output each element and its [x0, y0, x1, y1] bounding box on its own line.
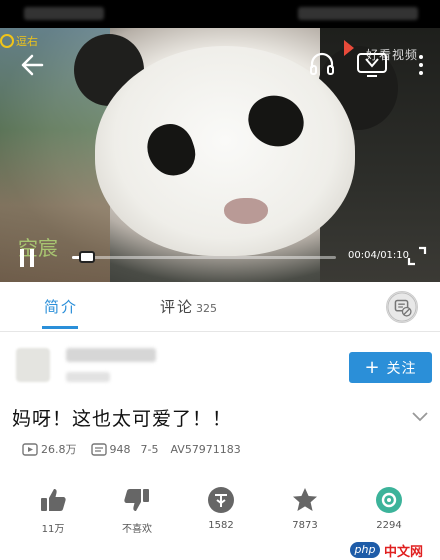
- channel-logo-icon: [0, 34, 14, 48]
- brand-logo-icon: [344, 40, 354, 56]
- follow-label: 关注: [386, 360, 417, 377]
- tab-intro-label: 简介: [44, 298, 79, 316]
- share-button[interactable]: 2294: [354, 482, 424, 542]
- share-icon: [376, 487, 402, 513]
- video-title: 妈呀！这也太可爱了！！: [12, 408, 233, 430]
- coin-icon: [208, 487, 234, 513]
- favorite-count: 7873: [292, 520, 318, 531]
- action-bar: 11万 不喜欢 1582 7873 2294: [0, 482, 440, 542]
- comment-count: 325: [196, 302, 218, 315]
- star-icon: [293, 488, 317, 511]
- panda-nose: [224, 198, 268, 224]
- coin-count: 1582: [208, 520, 234, 531]
- channel-logo-text: 逗右: [16, 35, 38, 48]
- share-count: 2294: [376, 520, 402, 531]
- play-count: 26.8万: [41, 443, 77, 456]
- video-stats-row: 26.8万 948 7-5 AV57971183: [22, 441, 241, 457]
- danmaku-count: 948: [109, 442, 131, 456]
- play-count-icon: [22, 442, 38, 456]
- chevron-down-icon[interactable]: [410, 410, 430, 424]
- seek-bar[interactable]: [72, 251, 336, 263]
- tab-comments[interactable]: 评论 325: [160, 296, 217, 317]
- fullscreen-icon[interactable]: [407, 246, 427, 266]
- tab-intro[interactable]: 简介: [44, 296, 78, 317]
- status-bar-left: [24, 7, 104, 20]
- thumbs-down-icon: [124, 489, 149, 511]
- plus-icon: +: [364, 356, 381, 378]
- like-button[interactable]: 11万: [18, 482, 88, 542]
- uploader-name-blurred[interactable]: [66, 348, 156, 362]
- pause-icon[interactable]: [18, 248, 36, 268]
- follow-button[interactable]: + 关注: [349, 352, 432, 383]
- uploader-subtitle-blurred: [66, 372, 110, 382]
- danmaku-count-icon: [90, 442, 107, 456]
- tv-cast-icon[interactable]: [356, 50, 388, 78]
- tab-bar: 简介 评论 325: [0, 282, 440, 332]
- av-number: AV57971183: [170, 442, 241, 456]
- status-bar-icons: [298, 7, 418, 20]
- thumbs-up-icon: [41, 489, 66, 511]
- active-tab-indicator: [42, 326, 78, 329]
- back-arrow-icon[interactable]: [18, 52, 44, 78]
- more-options-icon[interactable]: [414, 52, 428, 78]
- php-logo: php: [350, 542, 380, 558]
- dislike-label: 不喜欢: [122, 524, 152, 535]
- seek-bar-thumb[interactable]: [79, 251, 96, 263]
- status-bar: [0, 0, 440, 28]
- channel-logo: 逗右: [0, 30, 58, 48]
- dislike-button[interactable]: 不喜欢: [102, 482, 172, 542]
- headphone-icon[interactable]: [308, 50, 336, 78]
- site-name: 中文网: [384, 545, 424, 560]
- danmaku-toggle-icon[interactable]: [386, 291, 418, 323]
- like-count: 11万: [41, 524, 65, 535]
- tab-comments-label: 评论: [160, 298, 195, 316]
- upload-date: 7-5: [140, 442, 159, 456]
- favorite-button[interactable]: 7873: [270, 482, 340, 542]
- site-watermark: php 中文网: [348, 540, 438, 560]
- uploader-avatar[interactable]: [16, 348, 50, 382]
- playback-time: 00:04/01:10: [348, 250, 410, 261]
- coin-button[interactable]: 1582: [186, 482, 256, 542]
